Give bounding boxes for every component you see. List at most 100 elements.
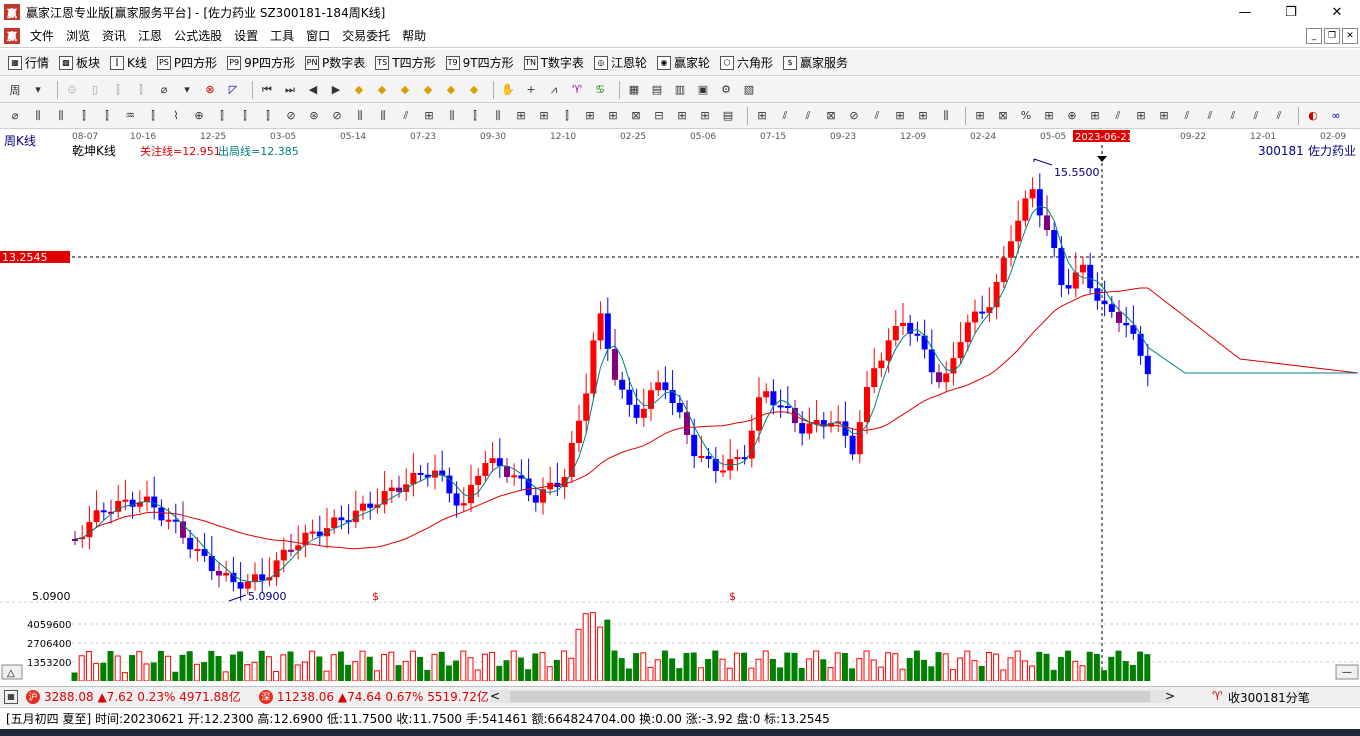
toolbar-item-2[interactable]: ⫿ K线 [110, 54, 147, 71]
analysis-tool-icon[interactable]: ⫼ [489, 107, 507, 125]
tool-icon[interactable]: ⊗ [201, 81, 219, 99]
analysis-tool-icon[interactable]: ♒ [121, 107, 139, 125]
analysis-tool-icon[interactable]: ⫿ [144, 107, 162, 125]
last-icon[interactable]: ⏭ [281, 81, 299, 99]
kline-chart-svg[interactable]: 08-07 10-16 12-25 03-05 05-14 07-23 09-30 12-10… [0, 129, 1360, 682]
tick-icon[interactable]: ♈ [1212, 689, 1223, 703]
analysis-tool-icon[interactable]: ⫽ [799, 107, 817, 125]
toolbar-item-4[interactable]: P9 9P四方形 [227, 54, 295, 71]
analysis-tool-icon[interactable]: ⫿ [213, 107, 231, 125]
analysis-tool-icon[interactable]: ⊞ [753, 107, 771, 125]
toolbar-item-6[interactable]: TS T四方形 [375, 54, 436, 71]
hand-icon[interactable]: ✋ [499, 81, 517, 99]
save-icon[interactable]: ▣ [694, 81, 712, 99]
analysis-tool-icon[interactable]: ⊕ [1063, 107, 1081, 125]
toolbar-item-7[interactable]: T9 9T四方形 [445, 54, 514, 71]
tool-icon[interactable]: ▯ [86, 81, 104, 99]
analysis-tool-icon[interactable]: ◐ [1304, 107, 1322, 125]
menu-news[interactable]: 资讯 [96, 27, 132, 44]
toolbar-item-1[interactable]: ▩ 板块 [59, 54, 100, 71]
close-button[interactable]: ✕ [1314, 0, 1360, 24]
next-icon[interactable]: ▶ [327, 81, 345, 99]
tool-icon[interactable]: ◆ [396, 81, 414, 99]
mdi-minimize-button[interactable]: _ [1306, 27, 1322, 44]
menu-trade[interactable]: 交易委托 [336, 27, 396, 44]
tool-icon[interactable]: ⌀ [155, 81, 173, 99]
analysis-tool-icon[interactable]: ⫼ [443, 107, 461, 125]
tool-icon[interactable]: ▧ [740, 81, 758, 99]
analysis-tool-icon[interactable]: ⊞ [1040, 107, 1058, 125]
restore-button[interactable]: ❐ [1268, 0, 1314, 24]
analysis-tool-icon[interactable]: ∞ [1327, 107, 1345, 125]
toolbar-item-10[interactable]: ◉ 赢家轮 [656, 54, 710, 71]
analysis-tool-icon[interactable]: ⫼ [374, 107, 392, 125]
analysis-tool-icon[interactable]: ⊞ [604, 107, 622, 125]
toolbar-item-8[interactable]: TN T数字表 [523, 54, 584, 71]
tool-icon[interactable]: ⚙ [717, 81, 735, 99]
grid-small-icon[interactable]: ▦ [4, 689, 18, 704]
analysis-tool-icon[interactable]: ⊞ [891, 107, 909, 125]
menu-gann[interactable]: 江恩 [132, 27, 168, 44]
toolbar-item-11[interactable]: ⬡ 六角形 [719, 54, 773, 71]
toolbar-item-5[interactable]: PN P数字表 [305, 54, 365, 71]
scroll-left-icon[interactable]: < [490, 689, 500, 703]
scrollbar-thumb[interactable] [510, 691, 1150, 702]
toolbar-item-0[interactable]: ▦ 行情 [8, 54, 49, 71]
menu-window[interactable]: 窗口 [300, 27, 336, 44]
analysis-tool-icon[interactable]: ⫿ [236, 107, 254, 125]
prev-icon[interactable]: ◀ [304, 81, 322, 99]
analysis-tool-icon[interactable]: ⫽ [1109, 107, 1127, 125]
tool-icon[interactable]: ♈ [568, 81, 586, 99]
analysis-tool-icon[interactable]: ⫽ [1224, 107, 1242, 125]
analysis-tool-icon[interactable]: ⊞ [512, 107, 530, 125]
analysis-tool-icon[interactable]: ⫼ [351, 107, 369, 125]
analysis-tool-icon[interactable]: ⊠ [994, 107, 1012, 125]
analysis-tool-icon[interactable]: ⊞ [1155, 107, 1173, 125]
analysis-tool-icon[interactable]: ⫿ [466, 107, 484, 125]
analysis-tool-icon[interactable]: ⊞ [581, 107, 599, 125]
mdi-close-button[interactable]: ✕ [1342, 27, 1358, 44]
analysis-tool-icon[interactable]: ⊠ [822, 107, 840, 125]
analysis-tool-icon[interactable]: ⊞ [420, 107, 438, 125]
tick-label[interactable]: 收300181分笔 [1228, 689, 1310, 706]
menu-help[interactable]: 帮助 [396, 27, 432, 44]
analysis-tool-icon[interactable]: ⫽ [868, 107, 886, 125]
analysis-tool-icon[interactable]: ⫽ [1247, 107, 1265, 125]
calendar-icon[interactable]: ▦ [625, 81, 643, 99]
analysis-tool-icon[interactable]: ⫿ [98, 107, 116, 125]
analysis-tool-icon[interactable]: ⫽ [1270, 107, 1288, 125]
analysis-tool-icon[interactable]: ⫽ [776, 107, 794, 125]
menu-browse[interactable]: 浏览 [60, 27, 96, 44]
tool-icon[interactable]: ⊙ [63, 81, 81, 99]
toolbar-item-12[interactable]: $ 赢家服务 [782, 54, 848, 71]
tool-icon[interactable]: ▾ [178, 81, 196, 99]
tool-icon[interactable]: ⫿ [132, 81, 150, 99]
analysis-tool-icon[interactable]: ⊛ [305, 107, 323, 125]
tool-icon[interactable]: ⫿ [109, 81, 127, 99]
analysis-tool-icon[interactable]: ⊕ [190, 107, 208, 125]
kline-chart[interactable]: 08-07 10-16 12-25 03-05 05-14 07-23 09-30 12-10… [0, 129, 1360, 682]
analysis-tool-icon[interactable]: ⊞ [696, 107, 714, 125]
analysis-tool-icon[interactable]: ⊘ [328, 107, 346, 125]
period-select-icon[interactable]: 周 [6, 81, 24, 99]
menu-formula[interactable]: 公式选股 [168, 27, 228, 44]
analysis-tool-icon[interactable]: ⊠ [627, 107, 645, 125]
analysis-tool-icon[interactable]: % [1017, 107, 1035, 125]
toolbar-item-3[interactable]: PS P四方形 [156, 54, 217, 71]
menu-file[interactable]: 文件 [24, 27, 60, 44]
analysis-tool-icon[interactable]: ⫼ [937, 107, 955, 125]
analysis-tool-icon[interactable]: ⊟ [650, 107, 668, 125]
mdi-restore-button[interactable]: ❐ [1324, 27, 1340, 44]
analysis-tool-icon[interactable]: ⫿ [259, 107, 277, 125]
tool-icon[interactable]: ◆ [465, 81, 483, 99]
dropdown-icon[interactable]: ▾ [29, 81, 47, 99]
analysis-tool-icon[interactable]: ⫼ [29, 107, 47, 125]
analysis-tool-icon[interactable]: ⫿ [75, 107, 93, 125]
analysis-tool-icon[interactable]: ⊞ [1086, 107, 1104, 125]
toolbar-item-9[interactable]: ◎ 江恩轮 [593, 54, 647, 71]
analysis-tool-icon[interactable]: ⫽ [397, 107, 415, 125]
analysis-tool-icon[interactable]: ⊘ [282, 107, 300, 125]
analysis-tool-icon[interactable]: ⊘ [845, 107, 863, 125]
analysis-tool-icon[interactable]: ▤ [719, 107, 737, 125]
analysis-tool-icon[interactable]: ⫿ [558, 107, 576, 125]
